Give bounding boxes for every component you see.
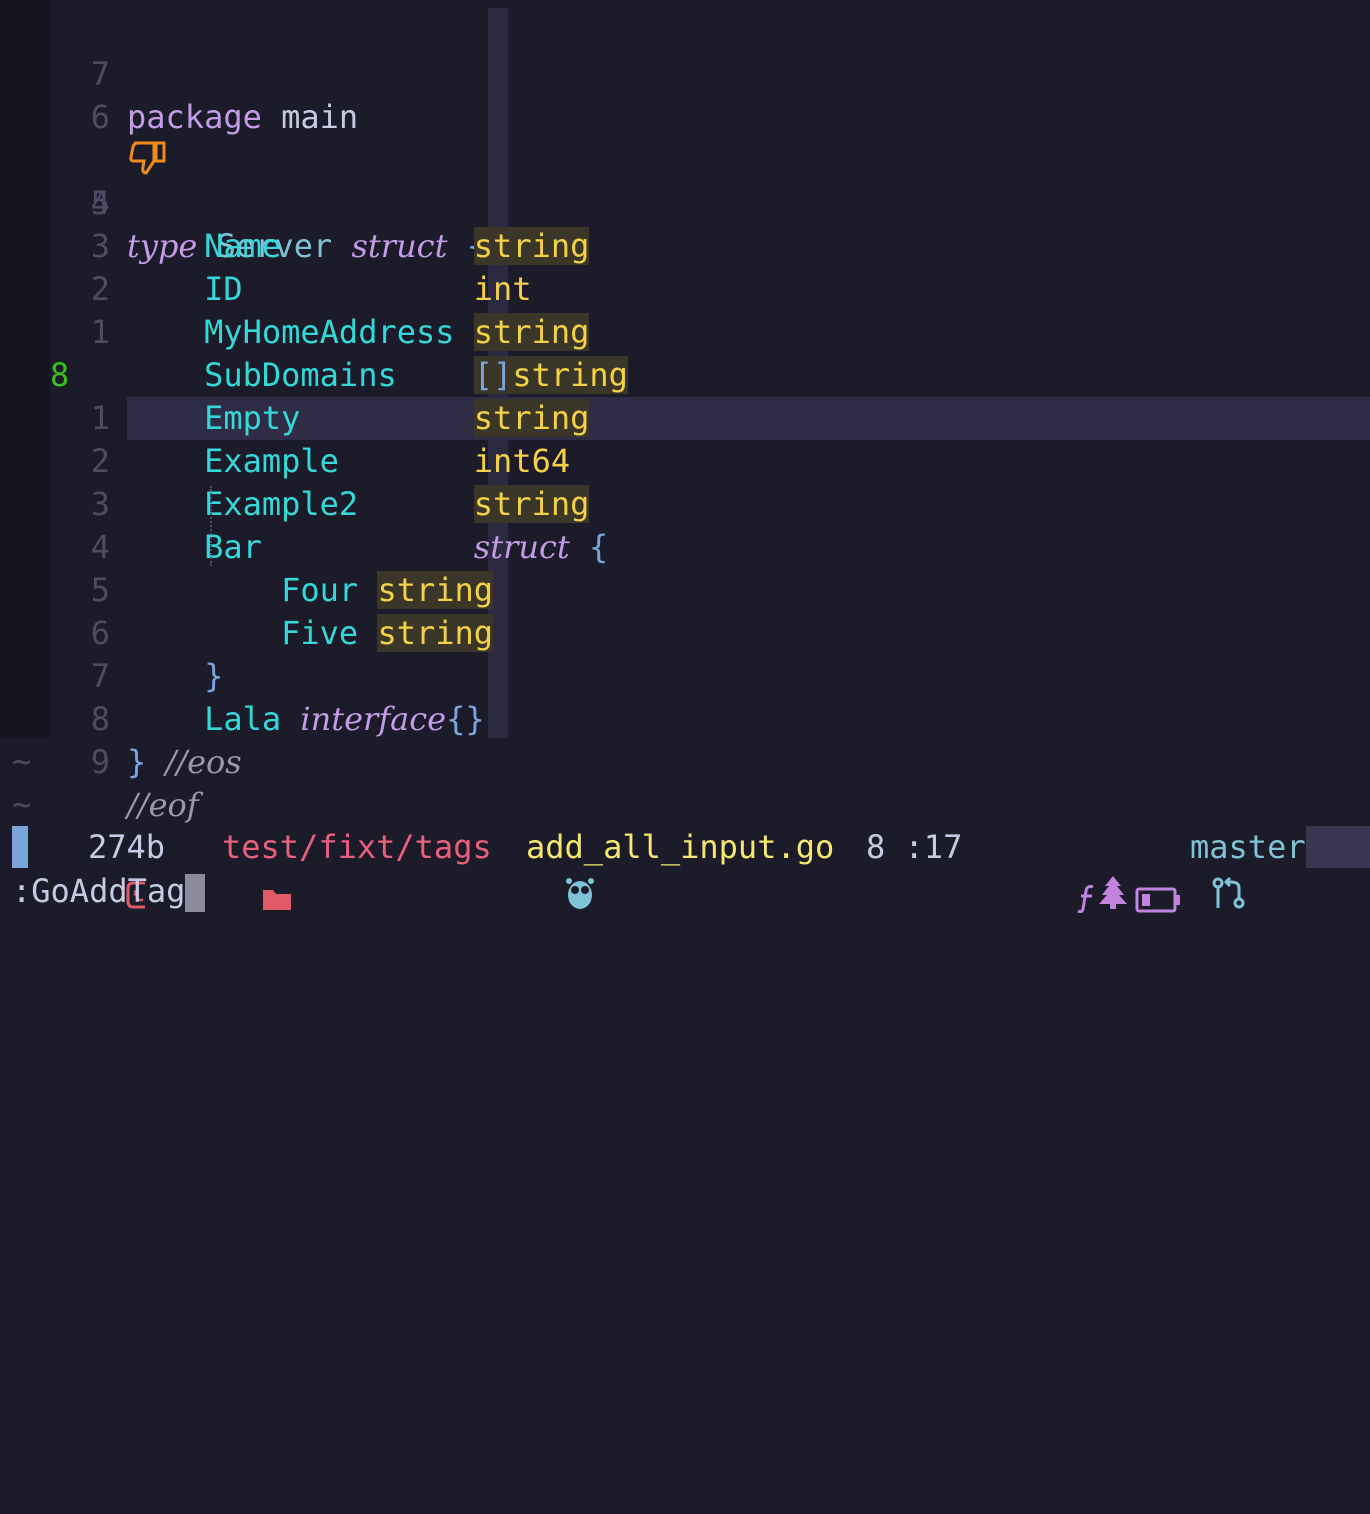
code-line[interactable]: 3 ID int <box>0 182 1370 308</box>
mode-indicator <box>12 826 28 868</box>
code-line[interactable]: 6 } <box>0 569 1370 695</box>
indent-guide <box>210 486 212 566</box>
git-branch[interactable]: master <box>1190 824 1306 870</box>
cursor-position: 8 :17 <box>866 828 963 866</box>
code-line[interactable]: 7 Lala interface{} <box>0 612 1370 738</box>
code-line[interactable]: 6 <box>0 53 1370 136</box>
statusline: 274b test/fixt/tags add_all_input.go 8 :… <box>0 824 1370 914</box>
code-line[interactable]: 2 Example2 string <box>0 397 1370 523</box>
text-cursor <box>185 874 206 912</box>
code-line[interactable]: 3 Bar struct { <box>0 440 1370 566</box>
editor-pane[interactable]: 7 package main 6 5 type Server struct { … <box>0 0 1370 824</box>
comment: //eof <box>127 786 199 824</box>
empty-line-tilde: ~ <box>12 742 32 780</box>
code-line[interactable]: 4 Name string <box>0 139 1370 265</box>
code-line[interactable]: 5 type Server struct { <box>0 96 1370 265</box>
command-text[interactable]: :GoAddTag <box>12 872 185 910</box>
command-line[interactable]: :GoAddTag <box>12 870 206 916</box>
code-line[interactable]: 1 Example int64 <box>0 354 1370 480</box>
file-directory[interactable]: test/fixt/tags <box>222 824 492 870</box>
comment: //eos <box>165 743 242 781</box>
thumbs-down-icon[interactable] <box>12 96 166 175</box>
code-line[interactable]: 1 SubDomains []string <box>0 268 1370 394</box>
code-line-current[interactable]: 8 Empty string <box>0 311 1370 440</box>
code-line[interactable]: 4 Four string <box>0 483 1370 609</box>
code-line[interactable]: 9 //eof <box>0 698 1370 824</box>
code-line[interactable]: 8 } //eos <box>0 655 1370 781</box>
code-line[interactable]: 7 package main <box>0 10 1370 136</box>
brace: } <box>127 743 147 781</box>
file-name[interactable]: add_all_input.go <box>526 824 834 870</box>
empty-line-tilde: ~ <box>12 785 32 823</box>
statusline-end-block <box>1306 826 1370 868</box>
line-number: 9 <box>90 743 110 781</box>
code-line[interactable]: 2 MyHomeAddress string <box>0 225 1370 351</box>
file-size: 274b <box>88 828 166 866</box>
code-line[interactable]: 5 Five string <box>0 526 1370 652</box>
